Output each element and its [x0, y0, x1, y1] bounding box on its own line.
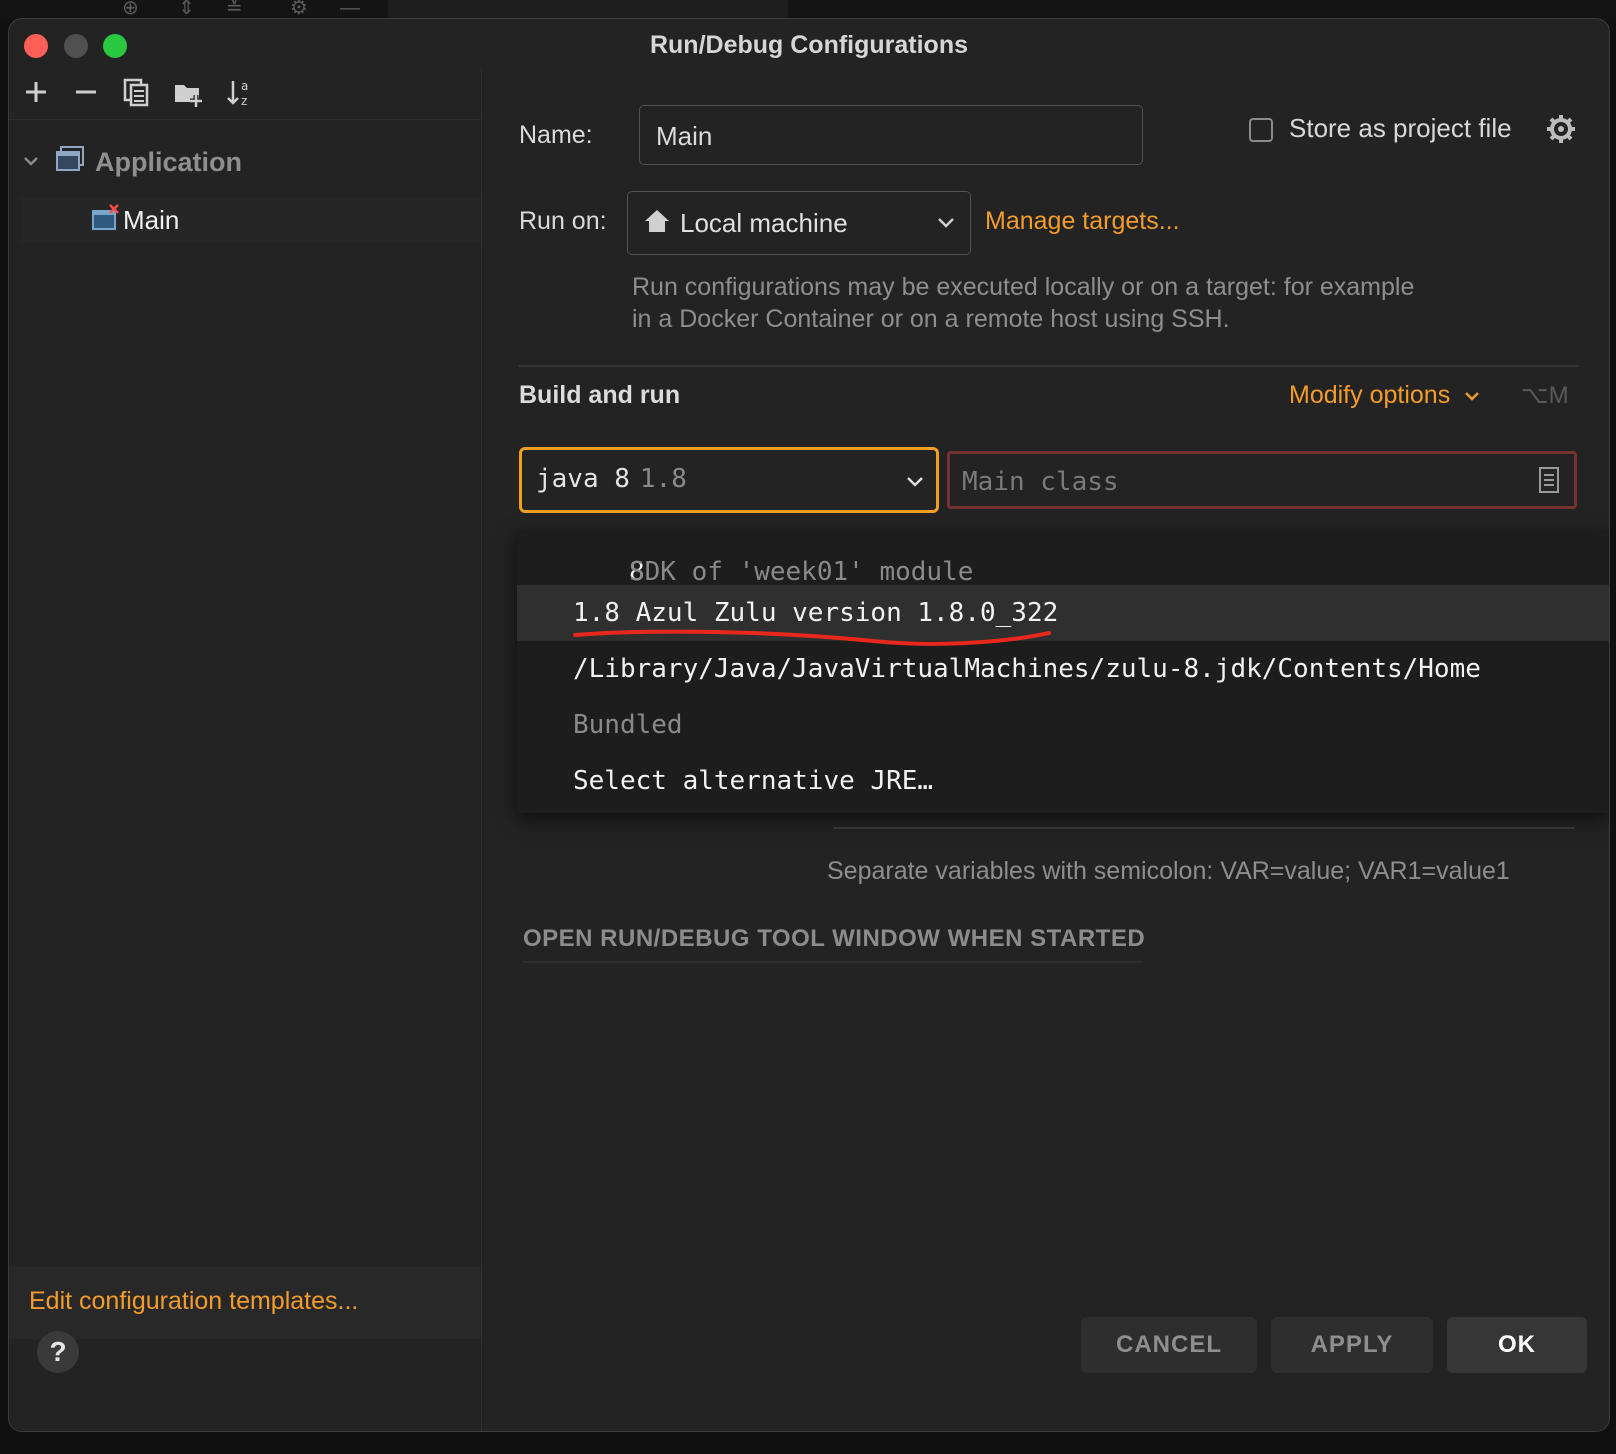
settings-icon: ⚙ [290, 0, 308, 19]
store-as-project-file-label[interactable]: Store as project file [1289, 113, 1512, 144]
jre-option-jdk-path[interactable]: /Library/Java/JavaVirtualMachines/zulu-8… [517, 641, 1609, 697]
run-on-value: Local machine [680, 208, 848, 238]
name-label: Name: [519, 121, 593, 149]
jre-option-select-alternative[interactable]: Select alternative JRE… [517, 753, 1609, 809]
jre-version: 1.8 [639, 464, 687, 494]
jre-option-bundled[interactable]: Bundled [517, 697, 1609, 753]
tree-item-label: Main [123, 205, 180, 235]
svg-text:a: a [241, 79, 248, 93]
titlebar: Run/Debug Configurations [9, 19, 1609, 69]
configuration-sidebar: a z Application Main Edit configuration … [9, 69, 482, 1431]
collapse-icon: ≚ [226, 0, 243, 19]
build-and-run-heading: Build and run [519, 381, 681, 409]
modify-options-link[interactable]: Modify options [1289, 381, 1481, 410]
crosshair-icon: ⊕ [122, 0, 139, 19]
cancel-button[interactable]: CANCEL [1081, 1317, 1257, 1373]
remove-icon[interactable] [69, 75, 103, 109]
sidebar-footer: Edit configuration templates... [9, 1267, 481, 1339]
jre-value: java 8 1.8 [536, 464, 687, 494]
modify-options-label: Modify options [1289, 381, 1451, 409]
editor-tab-stub [388, 0, 788, 18]
dialog-title: Run/Debug Configurations [649, 31, 969, 59]
run-debug-dialog: Run/Debug Configurations a z Application… [8, 18, 1610, 1432]
minimize-icon: — [340, 0, 360, 19]
gear-icon[interactable] [1545, 113, 1577, 145]
environment-variables-hint: Separate variables with semicolon: VAR=v… [827, 857, 1510, 885]
tree-group-application[interactable]: Application [21, 141, 471, 179]
tree-item-main[interactable]: Main [21, 197, 481, 243]
chevron-down-icon [1465, 392, 1480, 402]
run-on-select[interactable]: Local machine [627, 191, 971, 255]
name-field[interactable] [639, 105, 1143, 165]
manage-targets-link[interactable]: Manage targets... [985, 207, 1180, 236]
svg-text:z: z [241, 94, 247, 108]
application-icon [56, 146, 84, 171]
expand-icon: ⇕ [178, 0, 195, 19]
ok-button[interactable]: OK [1447, 1317, 1587, 1373]
open-tool-window-divider [523, 961, 1143, 963]
tree-group-label: Application [95, 147, 242, 177]
help-button[interactable]: ? [37, 1331, 79, 1373]
browse-icon[interactable] [1538, 466, 1560, 494]
run-on-label: Run on: [519, 207, 607, 235]
main-class-field[interactable] [947, 451, 1577, 509]
copy-icon[interactable] [119, 75, 153, 109]
chevron-down-icon [907, 477, 923, 487]
open-tool-window-heading: OPEN RUN/DEBUG TOOL WINDOW WHEN STARTED [523, 925, 1146, 952]
jre-select[interactable]: java 8 1.8 [519, 447, 939, 513]
ide-toolbar-strip: ⊕ ⇕ ≚ ⚙ — [0, 0, 1616, 20]
folder-add-icon[interactable] [171, 75, 205, 109]
chevron-down-icon [938, 218, 954, 228]
home-icon [645, 210, 669, 232]
chevron-down-icon[interactable] [21, 151, 41, 171]
run-on-hint: Run configurations may be executed local… [632, 273, 1415, 333]
section-divider [519, 365, 1579, 367]
modify-options-shortcut: ⌥M [1521, 382, 1569, 409]
run-config-error-icon [92, 204, 119, 230]
env-field-border [834, 827, 1574, 829]
store-as-project-file-checkbox[interactable] [1249, 118, 1273, 142]
add-icon[interactable] [19, 75, 53, 109]
sidebar-toolbar: a z [9, 69, 481, 120]
sort-alpha-icon[interactable]: a z [223, 75, 257, 109]
jre-option-module-sdk[interactable]: 8 SDK of 'week01' module [517, 531, 1609, 587]
edit-configuration-templates-link[interactable]: Edit configuration templates... [29, 1287, 358, 1316]
jre-dropdown-list: 8 SDK of 'week01' module 1.8 Azul Zulu v… [517, 531, 1609, 813]
name-input[interactable] [654, 120, 1128, 152]
main-class-input[interactable] [960, 466, 1524, 498]
apply-button[interactable]: APPLY [1271, 1317, 1433, 1373]
